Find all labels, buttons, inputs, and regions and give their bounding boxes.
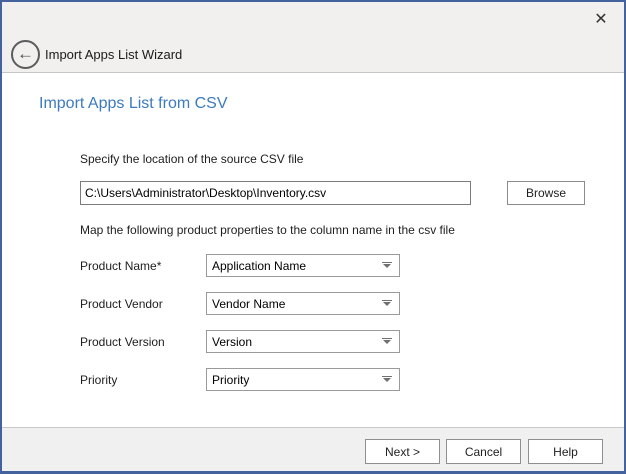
product-name-dropdown[interactable]: Application Name bbox=[206, 254, 400, 277]
next-button[interactable]: Next > bbox=[365, 439, 440, 464]
help-button[interactable]: Help bbox=[528, 439, 603, 464]
priority-label: Priority bbox=[80, 373, 117, 387]
chevron-down-icon bbox=[383, 264, 391, 268]
page-title: Import Apps List from CSV bbox=[39, 95, 228, 113]
product-name-dropdown-value: Application Name bbox=[212, 259, 306, 273]
cancel-button[interactable]: Cancel bbox=[446, 439, 521, 464]
chevron-down-icon bbox=[383, 340, 391, 344]
product-version-label: Product Version bbox=[80, 335, 165, 349]
csv-path-input[interactable] bbox=[80, 181, 471, 205]
chevron-down-icon bbox=[383, 302, 391, 306]
wizard-title: Import Apps List Wizard bbox=[45, 47, 182, 62]
wizard-header: ✕ ← Import Apps List Wizard bbox=[2, 2, 624, 73]
back-arrow-icon: ← bbox=[17, 45, 34, 62]
product-version-dropdown-value: Version bbox=[212, 335, 252, 349]
product-name-label: Product Name* bbox=[80, 259, 161, 273]
mapping-section-label: Map the following product properties to … bbox=[80, 223, 455, 237]
priority-dropdown-value: Priority bbox=[212, 373, 249, 387]
product-vendor-label: Product Vendor bbox=[80, 297, 163, 311]
browse-button[interactable]: Browse bbox=[507, 181, 585, 205]
product-vendor-dropdown-value: Vendor Name bbox=[212, 297, 285, 311]
chevron-down-icon bbox=[383, 378, 391, 382]
product-vendor-dropdown[interactable]: Vendor Name bbox=[206, 292, 400, 315]
priority-dropdown[interactable]: Priority bbox=[206, 368, 400, 391]
product-version-dropdown[interactable]: Version bbox=[206, 330, 400, 353]
wizard-footer: Next > Cancel Help bbox=[2, 427, 624, 471]
source-file-label: Specify the location of the source CSV f… bbox=[80, 152, 303, 166]
close-icon[interactable]: ✕ bbox=[586, 6, 616, 32]
back-button[interactable]: ← bbox=[11, 40, 40, 69]
import-apps-wizard-window: ✕ ← Import Apps List Wizard Import Apps … bbox=[0, 0, 626, 474]
